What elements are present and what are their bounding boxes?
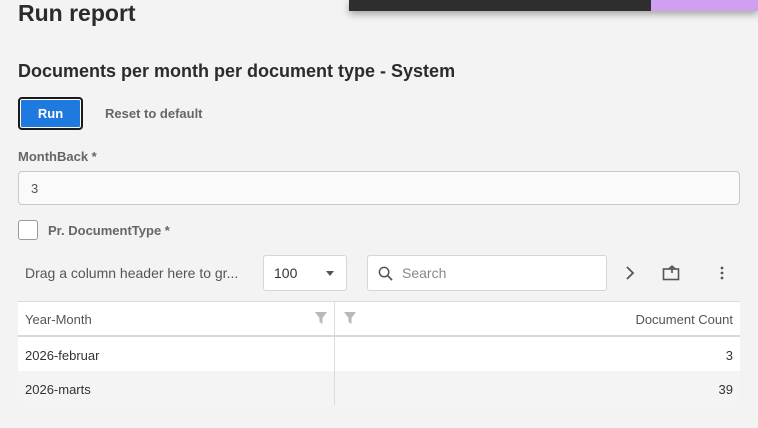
report-title: Documents per month per document type - …: [18, 61, 456, 81]
column-header-label: Year-Month: [25, 312, 92, 327]
table-row[interactable]: 2026-marts 39: [18, 371, 740, 405]
cell-year-month: 2026-februar: [25, 348, 100, 363]
grid-header: Year-Month Document Count: [18, 302, 740, 337]
monthback-input[interactable]: 3: [18, 171, 740, 205]
topbar-accent: [651, 0, 758, 11]
column-header-document-count[interactable]: Document Count: [335, 302, 740, 335]
page-title: Run report: [18, 0, 136, 26]
page-size-value: 100: [274, 265, 298, 281]
group-panel[interactable]: Drag a column header here to gr...: [25, 265, 250, 281]
column-header-year-month[interactable]: Year-Month: [18, 302, 335, 335]
chevron-right-icon[interactable]: [618, 261, 642, 285]
app-topbar: [349, 0, 758, 11]
document-type-label: Pr. DocumentType *: [48, 223, 170, 238]
search-icon: [378, 266, 393, 280]
search-input[interactable]: [402, 265, 592, 281]
caret-down-icon: [326, 271, 334, 276]
report-grid: Year-Month Document Count 2026-februar 3…: [18, 301, 740, 405]
reset-to-default-button[interactable]: Reset to default: [105, 106, 203, 121]
run-button[interactable]: Run: [18, 97, 83, 130]
filter-icon[interactable]: [343, 311, 357, 325]
more-vert-icon[interactable]: [710, 261, 734, 285]
document-type-checkbox[interactable]: [18, 220, 38, 240]
export-icon[interactable]: [659, 261, 683, 285]
table-row[interactable]: 2026-februar 3: [18, 337, 740, 371]
cell-year-month: 2026-marts: [25, 382, 91, 397]
cell-document-count: 3: [725, 348, 733, 363]
monthback-value: 3: [31, 180, 39, 196]
cell-document-count: 39: [718, 382, 733, 397]
filter-icon[interactable]: [314, 311, 328, 325]
column-header-label: Document Count: [635, 312, 733, 327]
monthback-label: MonthBack *: [18, 149, 97, 164]
page-size-select[interactable]: 100: [263, 255, 347, 291]
search-box[interactable]: [367, 255, 607, 291]
